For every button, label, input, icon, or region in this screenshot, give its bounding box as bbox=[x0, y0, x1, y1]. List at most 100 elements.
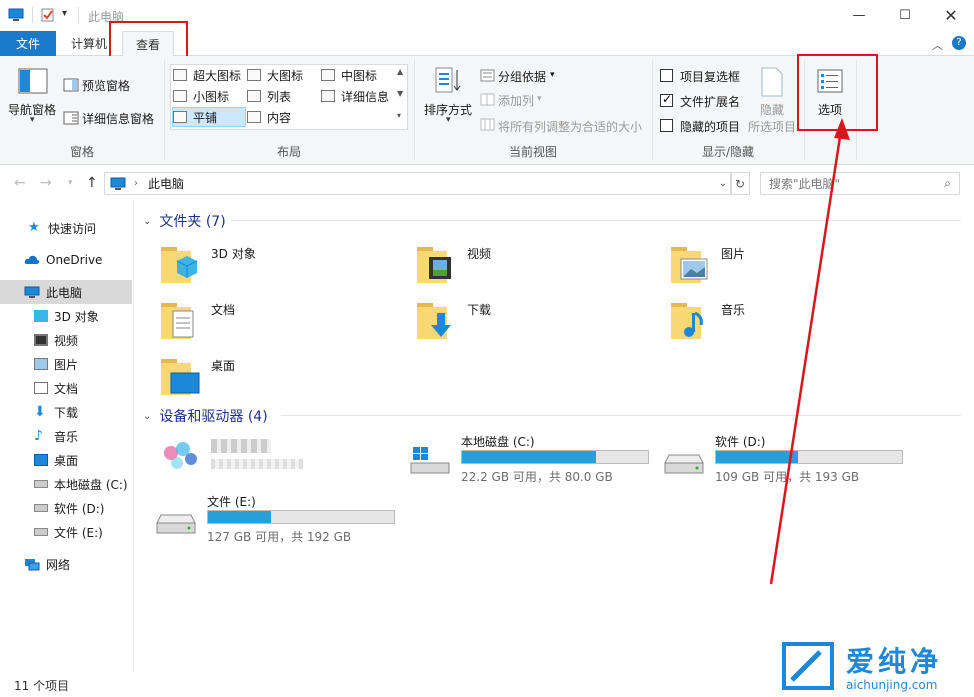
download-icon bbox=[417, 303, 451, 339]
drives-section-header[interactable]: ⌄ 设备和驱动器 (4) bbox=[143, 406, 268, 426]
gallery-up-icon[interactable]: ▲ bbox=[397, 67, 403, 76]
drive-icon bbox=[34, 504, 48, 512]
sidebar-item-drive-c[interactable]: 本地磁盘 (C:) bbox=[0, 472, 132, 496]
drive-e[interactable]: 文件 (E:) 127 GB 可用，共 192 GB bbox=[155, 493, 405, 553]
download-icon: ⬇ bbox=[34, 404, 46, 420]
fit-columns-button[interactable]: 将所有列调整为合适的大小 bbox=[498, 118, 642, 135]
folder-3d-objects[interactable]: 3D 对象 bbox=[159, 241, 379, 289]
sidebar-item-3d-objects[interactable]: 3D 对象 bbox=[0, 304, 132, 328]
sidebar-item-onedrive[interactable]: OneDrive bbox=[0, 248, 132, 272]
navigation-pane-icon bbox=[18, 68, 48, 94]
navigation-pane: ★ 快速访问 OneDrive 此电脑 3D 对象 视频 图片 文档 ⬇ 下载 ♪ 音… bbox=[0, 201, 134, 671]
folder-documents[interactable]: 文档 bbox=[159, 297, 379, 345]
sidebar-item-music[interactable]: ♪ 音乐 bbox=[0, 424, 132, 448]
sidebar-item-network[interactable]: 网络 bbox=[0, 552, 132, 576]
details-pane-button[interactable]: 详细信息窗格 bbox=[82, 110, 154, 127]
sidebar-item-quick-access[interactable]: ★ 快速访问 bbox=[0, 216, 132, 240]
music-icon: ♪ bbox=[34, 428, 43, 444]
group-label-current-view: 当前视图 bbox=[508, 145, 557, 159]
list-icon bbox=[247, 90, 261, 102]
device-icon bbox=[164, 442, 197, 469]
extra-large-icons-icon bbox=[173, 69, 187, 81]
folder-videos[interactable]: 视频 bbox=[415, 241, 635, 289]
drive-usage-bar bbox=[461, 450, 649, 464]
layout-list[interactable]: 列表 bbox=[247, 86, 319, 106]
sort-by-icon bbox=[435, 67, 461, 93]
small-icons-icon bbox=[173, 90, 187, 102]
sidebar-item-desktop[interactable]: 桌面 bbox=[0, 448, 132, 472]
layout-content[interactable]: 内容 bbox=[247, 107, 319, 127]
hidden-items-label: 隐藏的项目 bbox=[680, 120, 741, 134]
fit-columns-icon bbox=[480, 118, 495, 131]
up-arrow-icon[interactable]: ↑ bbox=[86, 175, 98, 191]
close-icon[interactable]: ✕ bbox=[928, 0, 974, 31]
cloud-icon bbox=[24, 254, 40, 266]
computer-icon bbox=[8, 8, 24, 21]
layout-small-icons[interactable]: 小图标 bbox=[173, 86, 247, 106]
address-dropdown-icon[interactable]: ⌄ bbox=[719, 178, 727, 189]
sidebar-item-videos[interactable]: 视频 bbox=[0, 328, 132, 352]
ribbon-collapse-icon[interactable]: ︿ bbox=[932, 37, 943, 53]
3d-objects-icon bbox=[34, 310, 48, 322]
layout-medium-icons[interactable]: 中图标 bbox=[321, 65, 395, 85]
layout-details[interactable]: 详细信息 bbox=[321, 86, 395, 106]
watermark-cn: 爱纯净 bbox=[846, 645, 943, 678]
blurred-label bbox=[211, 439, 271, 453]
item-checkboxes-checkbox[interactable] bbox=[660, 69, 673, 82]
address-input[interactable]: › 此电脑 ⌄ bbox=[104, 172, 732, 195]
folders-section-header[interactable]: ⌄ 文件夹 (7) bbox=[143, 211, 226, 231]
properties-icon[interactable] bbox=[40, 8, 56, 22]
layout-large-icons[interactable]: 大图标 bbox=[247, 65, 319, 85]
layout-extra-large-icons[interactable]: 超大图标 bbox=[173, 65, 247, 85]
layout-tiles[interactable]: 平铺 bbox=[172, 107, 246, 127]
folder-downloads[interactable]: 下载 bbox=[415, 297, 635, 345]
recent-locations-icon[interactable]: ▾ bbox=[68, 178, 73, 188]
drive-icon bbox=[34, 480, 48, 488]
network-icon bbox=[24, 558, 40, 571]
sidebar-item-pictures[interactable]: 图片 bbox=[0, 352, 132, 376]
sidebar-item-documents[interactable]: 文档 bbox=[0, 376, 132, 400]
help-icon[interactable]: ? bbox=[952, 36, 966, 50]
picture-icon bbox=[671, 247, 708, 283]
tiles-icon bbox=[173, 111, 187, 123]
refresh-icon[interactable]: ↻ bbox=[730, 172, 750, 195]
add-column-icon bbox=[480, 93, 495, 106]
content-icon bbox=[247, 111, 261, 123]
status-item-count: 11 个项目 bbox=[14, 679, 70, 693]
document-icon bbox=[34, 382, 48, 394]
sidebar-item-downloads[interactable]: ⬇ 下载 bbox=[0, 400, 132, 424]
back-arrow-icon[interactable]: ← bbox=[14, 175, 26, 191]
chevron-down-icon: ▾ bbox=[550, 70, 555, 80]
search-icon[interactable]: ⌕ bbox=[944, 176, 951, 191]
breadcrumb-this-pc[interactable]: 此电脑 bbox=[148, 175, 184, 192]
hidden-items-checkbox[interactable] bbox=[660, 119, 673, 132]
blurred-device[interactable] bbox=[159, 437, 309, 483]
minimize-icon[interactable]: — bbox=[836, 0, 882, 31]
chevron-down-icon: ▾ bbox=[537, 94, 542, 104]
sidebar-item-drive-d[interactable]: 软件 (D:) bbox=[0, 496, 132, 520]
music-icon bbox=[671, 303, 703, 339]
add-column-button[interactable]: 添加列 bbox=[498, 92, 534, 109]
maximize-icon[interactable]: ☐ bbox=[882, 0, 928, 31]
tab-file[interactable]: 文件 bbox=[0, 31, 56, 56]
picture-icon bbox=[34, 358, 48, 370]
sidebar-item-this-pc[interactable]: 此电脑 bbox=[0, 280, 132, 304]
video-icon bbox=[417, 247, 451, 283]
breadcrumb-separator-icon[interactable]: › bbox=[134, 178, 138, 189]
desktop-icon bbox=[34, 454, 48, 466]
details-icon bbox=[321, 90, 335, 102]
gallery-down-icon[interactable]: ▼ bbox=[397, 89, 403, 98]
forward-arrow-icon[interactable]: → bbox=[40, 175, 52, 191]
quick-access-dropdown-icon[interactable]: ▾ bbox=[62, 8, 67, 19]
group-by-button[interactable]: 分组依据 bbox=[498, 68, 546, 85]
folder-desktop[interactable]: 桌面 bbox=[159, 353, 379, 401]
preview-pane-button[interactable]: 预览窗格 bbox=[82, 77, 130, 94]
drive-c[interactable]: 本地磁盘 (C:) 22.2 GB 可用，共 80.0 GB bbox=[409, 433, 659, 493]
sidebar-item-drive-e[interactable]: 文件 (E:) bbox=[0, 520, 132, 544]
gallery-expand-icon[interactable]: ▾ bbox=[397, 111, 401, 120]
chevron-down-icon: ▾ bbox=[30, 115, 35, 125]
file-extensions-checkbox[interactable] bbox=[660, 92, 673, 107]
group-label-layout: 布局 bbox=[276, 145, 301, 159]
annotation-arrow bbox=[769, 118, 850, 585]
computer-icon bbox=[110, 177, 126, 190]
